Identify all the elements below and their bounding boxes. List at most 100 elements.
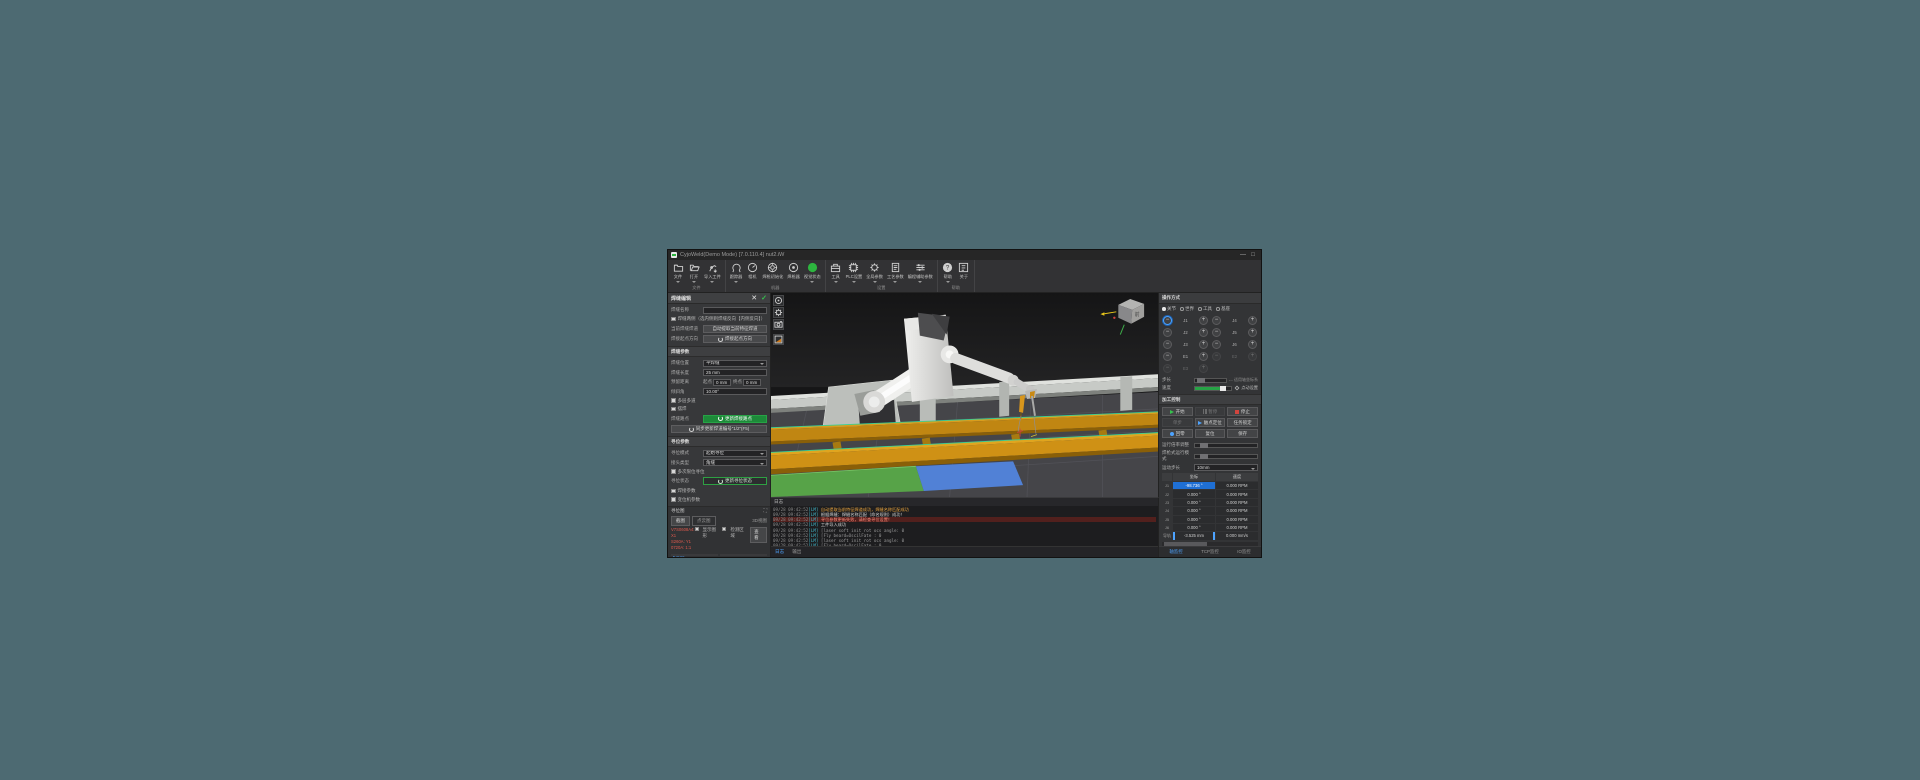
toolbar-help-button[interactable]: ? 帮助 (940, 261, 956, 285)
jog-plus-button[interactable]: + (1248, 340, 1257, 349)
collapsed-weld-params[interactable]: 焊接参数 (668, 488, 770, 494)
confirm-icon[interactable]: ✓ (761, 294, 767, 302)
toolbar-about-button[interactable]: 关于 (956, 261, 972, 285)
expand-icon[interactable]: ⛶ (763, 508, 767, 514)
reserve-start-input[interactable]: 0 mm (713, 378, 731, 386)
jog-plus-button[interactable]: + (1199, 340, 1208, 349)
checkbox-icon[interactable] (722, 526, 727, 531)
speed-slider[interactable] (1194, 385, 1233, 391)
mode-base[interactable]: 基座 (1216, 306, 1230, 312)
toolbar-torch-button[interactable]: 焊枪器 (785, 261, 802, 285)
maximize-button[interactable]: □ (1248, 251, 1258, 259)
jog-plus-button[interactable]: + (1248, 352, 1257, 361)
checkbox-icon[interactable] (671, 398, 676, 403)
log-lines[interactable]: 09/28 09:42:52[LM] 自动提取当前特征焊道成功，焊缝名称匹配成功… (771, 506, 1158, 546)
toolbar-torch-init-button[interactable]: 焊枪初始化 (760, 261, 785, 285)
toolbar-camera-button[interactable]: 相机 (744, 261, 760, 285)
jog-minus-button[interactable]: − (1163, 316, 1172, 325)
tab-output[interactable]: 输出 (792, 549, 801, 555)
single-step-button[interactable]: 单步 (1162, 418, 1193, 427)
mode-tool[interactable]: 工具 (1198, 306, 1212, 312)
section-toggle-icon[interactable] (671, 488, 676, 494)
locate-mode-select[interactable]: 起始寻位 (703, 449, 767, 457)
jog-minus-button[interactable]: − (1163, 328, 1172, 337)
toolbar-open-button[interactable]: 打开 (686, 261, 702, 285)
monitor-hscrollbar[interactable] (1162, 541, 1258, 546)
motion-step-select[interactable]: 10mm (1194, 464, 1258, 471)
seam-position-select[interactable]: 平焊缝 (703, 359, 767, 367)
viewport-3d[interactable]: 前 (771, 293, 1159, 497)
jog-minus-button[interactable]: − (1212, 352, 1221, 361)
checkbox-icon[interactable] (671, 469, 676, 474)
run-rate-slider[interactable] (1194, 442, 1258, 448)
slider-thumb[interactable] (1199, 453, 1208, 459)
tab-io-monitor[interactable]: IO监控 (1227, 549, 1261, 555)
section-toggle-icon[interactable] (671, 497, 676, 502)
multi-pass-checkbox-row[interactable]: 多层多道 (668, 398, 770, 404)
camera-view-button[interactable] (773, 319, 784, 330)
tilt-angle-input[interactable]: 10.00° (703, 388, 767, 395)
slider-thumb[interactable] (1199, 442, 1208, 448)
torch-mode-slider[interactable] (1194, 453, 1258, 459)
view-button[interactable]: 查看 (750, 526, 767, 543)
locate-params-section-header[interactable]: 寻位参数 (668, 436, 770, 447)
title-bar[interactable]: CyjoWeld(Demo Mode) [7.0.110.4] nut2.iW … (668, 250, 1261, 260)
jog-plus-button[interactable]: + (1248, 328, 1257, 337)
weave-checkbox-row[interactable]: 摆焊 (668, 406, 770, 412)
jog-settings-button[interactable]: 点动设置 (1234, 385, 1258, 391)
jog-minus-button[interactable]: − (1212, 328, 1221, 337)
checkbox-icon[interactable] (694, 526, 699, 531)
update-locate-status-button[interactable]: 更新寻位状态 (703, 477, 767, 485)
axis-position-value[interactable]: -98.736 ° (1173, 482, 1215, 490)
touch-locate-button[interactable]: 触点定位 (1194, 418, 1226, 427)
toolbar-file-button[interactable]: 文件 (670, 261, 686, 285)
jog-plus-button[interactable]: + (1199, 316, 1208, 325)
seam-length-input[interactable]: 25 mm (703, 369, 767, 376)
jog-minus-button[interactable]: − (1163, 340, 1172, 349)
toolbar-tools-button[interactable]: 工具 (828, 261, 844, 285)
step-slider[interactable] (1194, 377, 1227, 383)
close-icon[interactable]: ✕ (751, 294, 757, 302)
limit-locate-checkbox-row[interactable]: 多次限位寻位 (668, 469, 770, 475)
update-waypoints-button[interactable]: 更新焊接路点 (703, 414, 767, 423)
collapsed-positioner-params[interactable]: 变位机参数 (668, 497, 770, 503)
jog-minus-button[interactable]: − (1212, 340, 1221, 349)
toolbar-vision-status-button[interactable]: 视觉状态 (802, 261, 823, 285)
jog-minus-button[interactable]: − (1212, 316, 1221, 325)
joint-type-select[interactable]: 角缝 (703, 459, 767, 466)
world-settings-button[interactable] (773, 307, 784, 318)
toolbar-assist-params-button[interactable]: 编程辅助参数 (906, 261, 935, 285)
checkbox-icon[interactable] (671, 406, 676, 412)
camera-preview-right[interactable] (720, 553, 767, 556)
tab-tcp-monitor[interactable]: TCP监控 (1193, 549, 1227, 555)
seam-name-input[interactable] (703, 306, 767, 314)
render-mode-button[interactable] (773, 295, 784, 306)
home-button[interactable]: 回零 (1162, 429, 1193, 438)
reserve-end-input[interactable]: 0 mm (743, 378, 761, 386)
stop-button[interactable]: 停止 (1227, 407, 1258, 416)
tab-snapshot[interactable]: 截图 (671, 515, 690, 526)
reset-button[interactable]: 复位 (1194, 429, 1226, 438)
toolbar-process-params-button[interactable]: 工艺参数 (885, 261, 906, 285)
jog-minus-button[interactable]: − (1163, 364, 1172, 373)
sync-update-button[interactable]: 同步更新焊道编号“1/2”(F5) (671, 425, 767, 433)
tab-pointcloud[interactable]: 点云图 (692, 515, 716, 526)
jog-plus-button[interactable]: + (1248, 316, 1257, 325)
weld-params-section-header[interactable]: 焊缝参数 (668, 346, 770, 357)
auto-extract-button[interactable]: 自动提取当前特征焊道 (703, 324, 767, 333)
start-button[interactable]: 开始 (1162, 407, 1193, 416)
jog-plus-button[interactable]: + (1199, 352, 1208, 361)
seam-side-checkbox-row[interactable]: 焊缝两侧（选内侧则焊缝反向【内侧反向】） (668, 316, 770, 322)
pause-button[interactable]: 暂停 (1194, 407, 1226, 416)
jog-minus-button[interactable]: − (1163, 352, 1172, 361)
toolbar-import-part-button[interactable]: 导入工件 (702, 261, 723, 285)
jog-plus-button[interactable]: + (1199, 328, 1208, 337)
jog-plus-button[interactable]: + (1199, 364, 1208, 373)
mode-world[interactable]: 世界 (1180, 306, 1194, 312)
save-button[interactable]: 保存 (1227, 429, 1258, 438)
tab-log[interactable]: 日志 (775, 549, 784, 555)
slider-thumb[interactable] (1197, 377, 1206, 383)
minimize-button[interactable]: — (1238, 251, 1248, 259)
toolbar-global-params-button[interactable]: 全局参数 (864, 261, 885, 285)
toolbar-plc-button[interactable]: PLC设置 (844, 261, 865, 285)
